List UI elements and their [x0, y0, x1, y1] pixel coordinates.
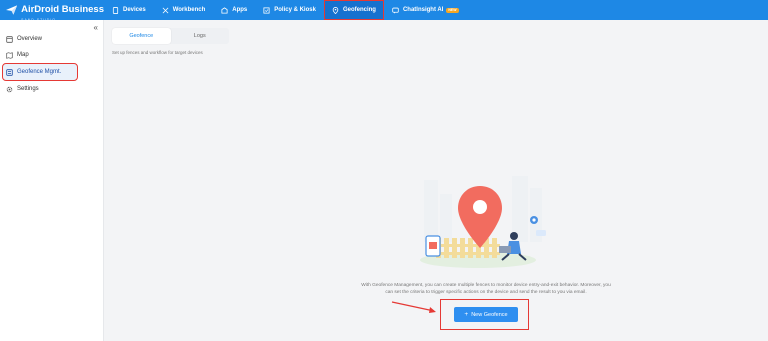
empty-state-line-2: can set the criteria to trigger specific… [385, 290, 587, 295]
sidebar-item-map[interactable]: Map [0, 47, 103, 63]
list-icon [6, 68, 13, 76]
new-geofence-label: New Geofence [471, 311, 508, 318]
map-icon [6, 51, 13, 59]
paper-plane-logo-icon [6, 5, 18, 15]
sidebar-item-label: Map [17, 52, 29, 58]
sidebar-menu: Overview Map Geofence Mgmt. Settings [0, 31, 103, 97]
nav-workbench-label: Workbench [172, 7, 206, 13]
nav-geofencing-label: Geofencing [342, 7, 376, 13]
device-icon [112, 6, 119, 14]
tab-logs[interactable]: Logs [171, 28, 230, 44]
empty-state-line-1: With Geofence Management, you can create… [361, 283, 611, 288]
apps-icon [221, 6, 228, 14]
nav-devices-label: Devices [123, 7, 146, 13]
nav-apps[interactable]: Apps [213, 0, 255, 20]
geofence-illustration [420, 176, 546, 268]
page-description: Set up fences and workflow for target de… [112, 50, 203, 55]
nav-policy-kiosk-label: Policy & Kiosk [274, 7, 316, 13]
tools-icon [162, 7, 169, 13]
sidebar-item-overview[interactable]: Overview [0, 31, 103, 47]
chat-icon [392, 7, 399, 14]
sidebar-item-label: Settings [17, 86, 39, 92]
tab-bar: Geofence Logs [112, 28, 229, 44]
plus-icon: + [464, 311, 469, 318]
policy-icon [263, 6, 270, 14]
sidebar-item-label: Geofence Mgmt. [17, 69, 62, 75]
new-badge: NEW [446, 7, 459, 13]
brand[interactable]: AirDroid Business SAND STUDIO [0, 0, 104, 22]
nav-chatinsight-ai[interactable]: ChatInsight AI NEW [384, 0, 467, 20]
empty-state-description: With Geofence Management, you can create… [340, 282, 632, 296]
nav-devices[interactable]: Devices [104, 0, 154, 20]
sidebar-item-geofence-mgmt[interactable]: Geofence Mgmt. [2, 63, 78, 81]
sidebar: « Overview Map Geofence Mgmt. Settings [0, 20, 104, 341]
brand-name: AirDroid Business [21, 3, 104, 15]
main-nav: Devices Workbench Apps Policy & Kiosk Ge… [104, 0, 467, 20]
nav-geofencing[interactable]: Geofencing [323, 0, 384, 20]
top-navigation-bar: AirDroid Business SAND STUDIO Devices Wo… [0, 0, 768, 22]
sidebar-item-settings[interactable]: Settings [0, 81, 103, 97]
geofence-icon [332, 6, 339, 14]
nav-workbench[interactable]: Workbench [154, 0, 214, 20]
nav-apps-label: Apps [232, 7, 248, 13]
sidebar-item-label: Overview [17, 36, 43, 42]
new-geofence-button[interactable]: + New Geofence [454, 307, 518, 322]
annotation-arrow-icon [391, 301, 436, 313]
main-content: Geofence Logs Set up fences and workflow… [104, 20, 768, 341]
nav-chatinsight-label: ChatInsight AI [402, 7, 444, 13]
gear-icon [6, 86, 13, 92]
overview-icon [6, 35, 13, 43]
nav-policy-kiosk[interactable]: Policy & Kiosk [255, 0, 324, 20]
tab-geofence[interactable]: Geofence [112, 28, 171, 44]
